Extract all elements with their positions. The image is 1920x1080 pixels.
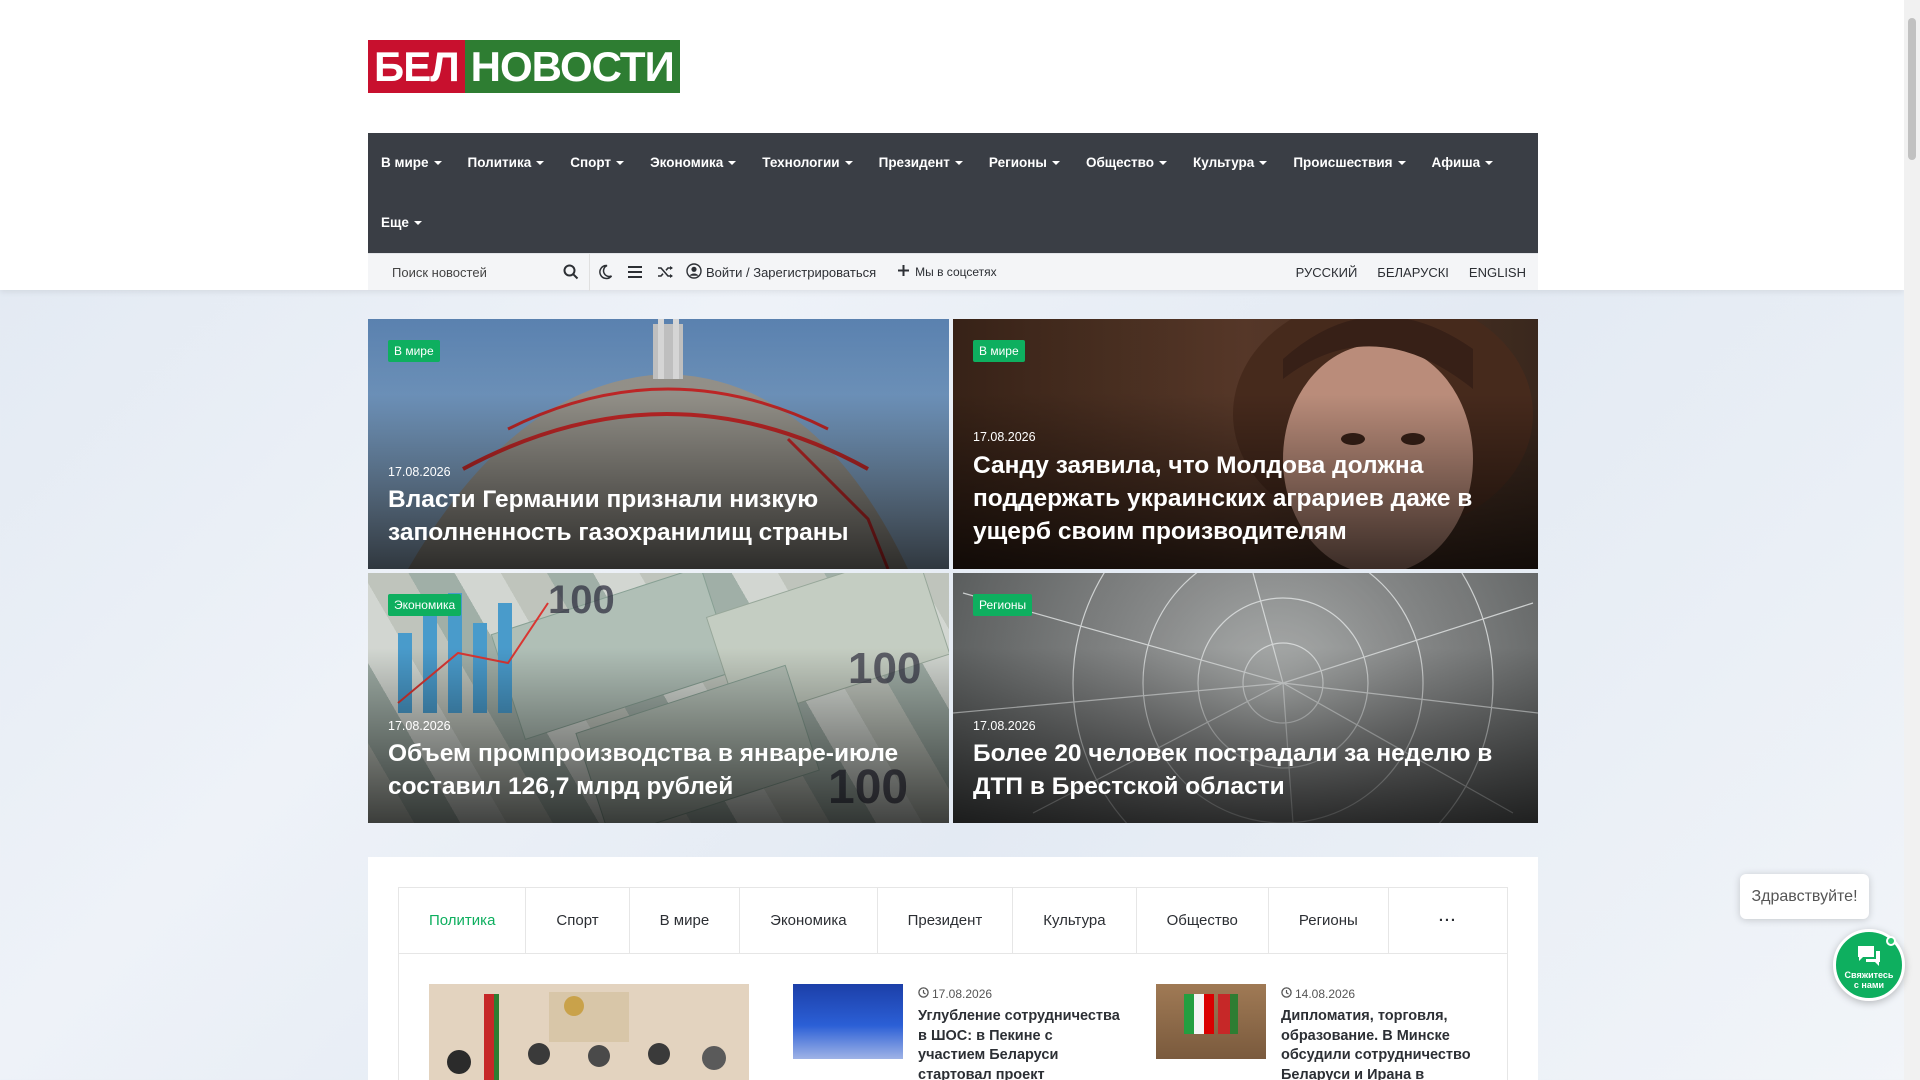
site-logo[interactable]: БЕЛ НОВОСТИ [368,40,680,93]
logo-part-bel: БЕЛ [368,40,465,93]
category-badge[interactable]: Экономика [388,594,462,616]
news-date: 14.08.2026 [1295,987,1356,1001]
chevron-down-icon [844,161,853,166]
chevron-down-icon [1397,161,1406,166]
chevron-down-icon [954,161,963,166]
login-label: Войти / Зарегистрироваться [706,264,877,280]
main-navigation: В мире Политика Спорт Экономика Технолог… [368,133,1538,253]
category-badge[interactable]: В мире [388,340,440,362]
chevron-down-icon [1051,161,1060,166]
nav-item-kultura[interactable]: Культура [1180,133,1280,193]
article-date: 17.08.2026 [388,465,451,479]
tab-kultura[interactable]: Культура [1013,888,1137,953]
chat-greeting-bubble[interactable]: Здравствуйте! [1740,874,1869,919]
featured-article-2[interactable]: В мире 17.08.2026 Санду заявила, что Мол… [953,319,1538,569]
chevron-down-icon [616,161,625,166]
nav-item-sport[interactable]: Спорт [557,133,637,193]
tab-politika[interactable]: Политика [399,888,527,953]
news-meta: 17.08.2026 [918,987,992,1001]
tab-more[interactable]: ··· [1389,888,1507,953]
search-box [368,253,590,291]
article-title[interactable]: Власти Германии признали низкую заполнен… [388,483,929,549]
news-title[interactable]: Дипломатия, торговля, образование. В Мин… [1281,1007,1486,1080]
category-tabs-section: Политика Спорт В мире Экономика Президен… [368,857,1538,1080]
chevron-down-icon [536,161,545,166]
news-thumbnail[interactable] [1156,984,1266,1059]
article-title[interactable]: Объем промпроизводства в январе-июле сос… [388,737,929,803]
page: БЕЛ НОВОСТИ В мире Политика Спорт Эконом… [0,0,1904,1080]
chat-widget-button[interactable]: Свяжитесь с нами [1833,929,1905,1001]
news-thumbnail[interactable] [793,984,903,1059]
nav-item-politika[interactable]: Политика [455,133,558,193]
tab-content: 17.08.2026 Углубление сотрудничества в Ш… [398,954,1508,1080]
category-badge[interactable]: В мире [973,340,1025,362]
chevron-down-icon [1485,161,1494,166]
nav-item-ekonomika[interactable]: Экономика [637,133,749,193]
language-switcher: РУССКИЙ БЕЛАРУСКІ ENGLISH [1296,265,1538,280]
nav-item-v-mire[interactable]: В мире [368,133,455,193]
page-scrollbar[interactable] [1904,0,1920,1080]
social-links-toggle[interactable]: Мы в соцсетях [886,265,997,279]
scrollbar-thumb[interactable] [1908,18,1916,160]
article-date: 17.08.2026 [973,719,1036,733]
login-link[interactable]: Войти / Зарегистрироваться [680,262,886,282]
lang-english[interactable]: ENGLISH [1469,265,1526,280]
category-badge[interactable]: Регионы [973,594,1033,616]
menu-icon[interactable] [620,254,650,291]
top-toolbar: Войти / Зарегистрироваться Мы в соцсетях… [368,253,1538,291]
nav-item-tehnologii[interactable]: Технологии [749,133,865,193]
social-label: Мы в соцсетях [915,265,997,279]
lang-belarusian[interactable]: БЕЛАРУСКІ [1377,265,1449,280]
chevron-down-icon [1159,161,1168,166]
featured-article-4[interactable]: Регионы 17.08.2026 Более 20 человек пост… [953,573,1538,823]
chat-icon [1856,946,1882,968]
lang-russian[interactable]: РУССКИЙ [1296,265,1358,280]
dark-mode-moon-icon[interactable] [590,254,620,291]
chevron-down-icon [1259,161,1268,166]
search-input[interactable] [392,264,557,280]
chevron-down-icon [433,161,442,166]
online-status-dot [1886,936,1896,946]
search-icon[interactable] [563,264,579,283]
lead-article-thumbnail[interactable] [429,984,749,1080]
flags-photo [1184,994,1238,1034]
plus-icon [898,265,910,279]
tab-v-mire[interactable]: В мире [630,888,741,953]
tab-regiony[interactable]: Регионы [1269,888,1389,953]
nav-item-prezident[interactable]: Президент [866,133,976,193]
news-date: 17.08.2026 [932,987,993,1001]
news-title[interactable]: Углубление сотрудничества в ШОС: в Пекин… [918,1007,1123,1080]
featured-article-3[interactable]: 100 100 100 Экономика 17.08.2026 Объем п… [368,573,949,823]
tab-ekonomika[interactable]: Экономика [740,888,878,953]
tab-prezident[interactable]: Президент [878,888,1014,953]
chevron-down-icon [728,161,737,166]
nav-item-obshchestvo[interactable]: Общество [1073,133,1180,193]
tab-sport[interactable]: Спорт [526,888,630,953]
user-icon [686,262,702,282]
nav-item-afisha[interactable]: Афиша [1419,133,1507,193]
meeting-photo [429,984,749,1080]
featured-grid: В мире 17.08.2026 Власти Германии призна… [368,319,1538,823]
nav-item-eshche[interactable]: Еще [368,193,435,253]
tab-obshchestvo[interactable]: Общество [1137,888,1269,953]
shuffle-icon[interactable] [650,254,680,291]
clock-icon [1281,987,1292,1001]
logo-part-novosti: НОВОСТИ [464,40,680,93]
news-meta: 14.08.2026 [1281,987,1355,1001]
clock-icon [918,987,929,1001]
article-date: 17.08.2026 [973,430,1036,444]
chevron-down-icon [413,221,422,226]
category-tabs: Политика Спорт В мире Экономика Президен… [398,887,1508,954]
article-title[interactable]: Санду заявила, что Молдова должна поддер… [973,449,1518,548]
nav-item-proisshestviya[interactable]: Происшествия [1280,133,1418,193]
featured-article-1[interactable]: В мире 17.08.2026 Власти Германии призна… [368,319,949,569]
article-date: 17.08.2026 [388,719,451,733]
nav-item-regiony[interactable]: Регионы [976,133,1073,193]
chat-button-label: Свяжитесь с нами [1844,970,1894,990]
site-header: БЕЛ НОВОСТИ В мире Политика Спорт Эконом… [0,0,1904,291]
article-title[interactable]: Более 20 человек пострадали за неделю в … [973,737,1518,803]
